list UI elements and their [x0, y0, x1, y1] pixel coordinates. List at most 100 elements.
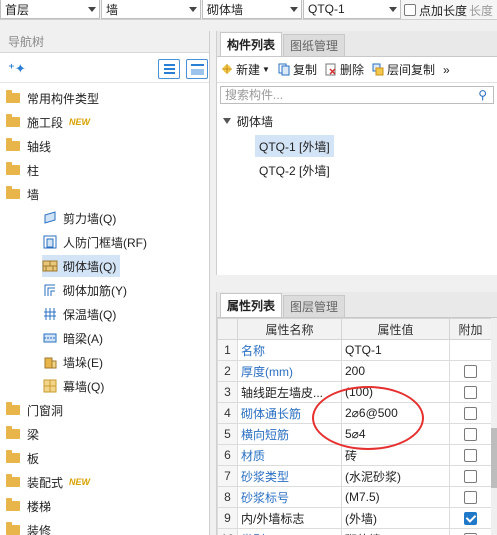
property-value[interactable]: (水泥砂浆) [341, 465, 450, 487]
folder-icon [6, 90, 20, 103]
additional-checkbox[interactable] [464, 407, 477, 421]
navigation-panel: 导航树 ⁺✦ 常用构件类型 施工段 NEW 轴线 柱 墙 剪力墙(Q) 人防门框墙… [0, 31, 210, 535]
properties-tabs: 属性列表 图层管理 [217, 292, 497, 318]
property-value[interactable]: QTQ-1 [341, 339, 450, 361]
floor-dropdown[interactable]: 首层 [0, 0, 100, 19]
header-property-value: 属性值 [341, 318, 450, 340]
floor-copy-icon [372, 63, 384, 76]
nav-item-common-types[interactable]: 常用构件类型 [0, 87, 99, 109]
new-badge: NEW [69, 117, 91, 127]
search-icon[interactable]: ⚲ [478, 88, 487, 102]
insulation-wall-icon [42, 306, 58, 322]
nav-subitem-hidden-beam[interactable]: 暗梁(A) [42, 327, 103, 349]
nav-subitem-curtain-wall[interactable]: 幕墙(Q) [42, 375, 104, 397]
tree-root-masonry-wall[interactable]: 砌体墙 [223, 111, 273, 131]
nav-item-beam[interactable]: 梁 [0, 423, 39, 445]
nav-item-column[interactable]: 柱 [0, 159, 39, 181]
header-additional: 附加 [449, 318, 492, 340]
property-value[interactable]: (外墙) [341, 507, 450, 529]
nav-subitem-shear-wall[interactable]: 剪力墙(Q) [42, 207, 116, 229]
scroll-thumb[interactable] [491, 428, 497, 488]
nav-item-slab[interactable]: 板 [0, 447, 39, 469]
nav-item-wall[interactable]: 墙 [0, 183, 39, 205]
curtain-wall-icon [42, 378, 58, 394]
tab-property-list[interactable]: 属性列表 [220, 293, 283, 317]
additional-checkbox[interactable] [464, 449, 477, 463]
category-dropdown[interactable]: 墙 [101, 0, 201, 19]
additional-checkbox[interactable] [464, 470, 477, 484]
more-button[interactable]: » [443, 63, 450, 77]
delete-icon [325, 63, 337, 76]
nav-item-stairs[interactable]: 楼梯 [0, 495, 51, 517]
nav-subitem-masonry-rebar[interactable]: 砌体加筋(Y) [42, 279, 127, 301]
new-icon [221, 63, 233, 76]
component-dropdown[interactable]: QTQ-1 [303, 0, 401, 19]
nav-item-decoration[interactable]: 装修 [0, 519, 51, 535]
table-row[interactable]: 7 砂浆类型 (水泥砂浆) [217, 465, 492, 487]
nav-subitem-wall-pier[interactable]: 墙垛(E) [42, 351, 103, 373]
table-row[interactable]: 8 砂浆标号 (M7.5) [217, 486, 492, 508]
tab-layer-management[interactable]: 图层管理 [283, 295, 346, 317]
component-search: ⚲ [220, 86, 494, 104]
component-tabs: 构件列表 图纸管理 [217, 31, 497, 57]
additional-checkbox[interactable] [464, 365, 477, 379]
header-property-name: 属性名称 [237, 318, 342, 340]
nav-subitem-door-frame-wall[interactable]: 人防门框墙(RF) [42, 231, 147, 253]
component-list-panel: 构件列表 图纸管理 新建▼ 复制 删除 层间复制 » ⚲ 砌体墙 QTQ-1 [… [216, 31, 497, 275]
list-view-button[interactable] [158, 59, 180, 79]
delete-button[interactable]: 删除 [325, 61, 364, 78]
additional-cell [449, 465, 492, 487]
point-length-option[interactable]: 点加长度 长度 [404, 1, 493, 19]
add-type-icon[interactable]: ⁺✦ [8, 61, 26, 77]
additional-checkbox[interactable] [464, 428, 477, 442]
shear-wall-icon [42, 210, 58, 226]
property-value[interactable]: 200 [341, 360, 450, 382]
component-value: QTQ-1 [308, 2, 345, 16]
floor-copy-button[interactable]: 层间复制 [372, 61, 435, 78]
expand-triangle-icon[interactable] [223, 118, 231, 124]
floor-value: 首层 [5, 2, 30, 17]
row-index: 8 [217, 486, 238, 508]
nav-item-prefab[interactable]: 装配式 NEW [0, 471, 90, 493]
additional-cell [449, 507, 492, 529]
masonry-rebar-icon [42, 282, 58, 298]
properties-scrollbar[interactable] [491, 318, 497, 535]
table-row[interactable]: 10类别砌体墙 [217, 528, 492, 535]
folder-icon [6, 498, 20, 511]
table-header-row: 属性名称 属性值 附加 [217, 318, 492, 340]
nav-subitem-masonry-wall[interactable]: 砌体墙(Q) [42, 255, 121, 277]
additional-cell [449, 360, 492, 382]
property-value[interactable]: 砌体墙 [341, 528, 450, 535]
copy-button[interactable]: 复制 [278, 61, 317, 78]
point-length-checkbox[interactable] [404, 4, 416, 16]
property-name: 砂浆标号 [237, 486, 342, 508]
property-value[interactable]: (M7.5) [341, 486, 450, 508]
table-row[interactable]: 9 内/外墙标志 (外墙) [217, 507, 492, 529]
nav-item-door-window[interactable]: 门窗洞 [0, 399, 63, 421]
table-row[interactable]: 2 厚度(mm) 200 [217, 360, 492, 382]
tab-component-list[interactable]: 构件列表 [220, 32, 283, 56]
hidden-beam-icon [42, 330, 58, 346]
nav-item-axis[interactable]: 轴线 [0, 135, 51, 157]
table-row[interactable]: 1 名称 QTQ-1 [217, 339, 492, 361]
nav-item-construction-segment[interactable]: 施工段 NEW [0, 111, 90, 133]
component-item-qtq1[interactable]: QTQ-1 [外墙] [255, 135, 334, 157]
property-name: 砂浆类型 [237, 465, 342, 487]
component-item-qtq2[interactable]: QTQ-2 [外墙] [255, 159, 334, 181]
additional-checkbox[interactable] [464, 386, 477, 400]
nav-subitem-insulation-wall[interactable]: 保温墙(Q) [42, 303, 116, 325]
type-dropdown[interactable]: 砌体墙 [202, 0, 302, 19]
wall-pier-icon [42, 354, 58, 370]
additional-cell [449, 423, 492, 445]
folder-icon [6, 522, 20, 535]
additional-checkbox[interactable] [464, 491, 477, 505]
folder-icon [6, 138, 20, 151]
property-name: 内/外墙标志 [237, 507, 342, 529]
row-index: 7 [217, 465, 238, 487]
new-button[interactable]: 新建 ▼ [221, 61, 270, 78]
tab-drawing-management[interactable]: 图纸管理 [283, 34, 346, 56]
tree-view-button[interactable] [186, 59, 208, 79]
search-input[interactable] [221, 87, 461, 103]
additional-checkbox[interactable] [464, 512, 477, 526]
row-index: 3 [217, 381, 238, 403]
